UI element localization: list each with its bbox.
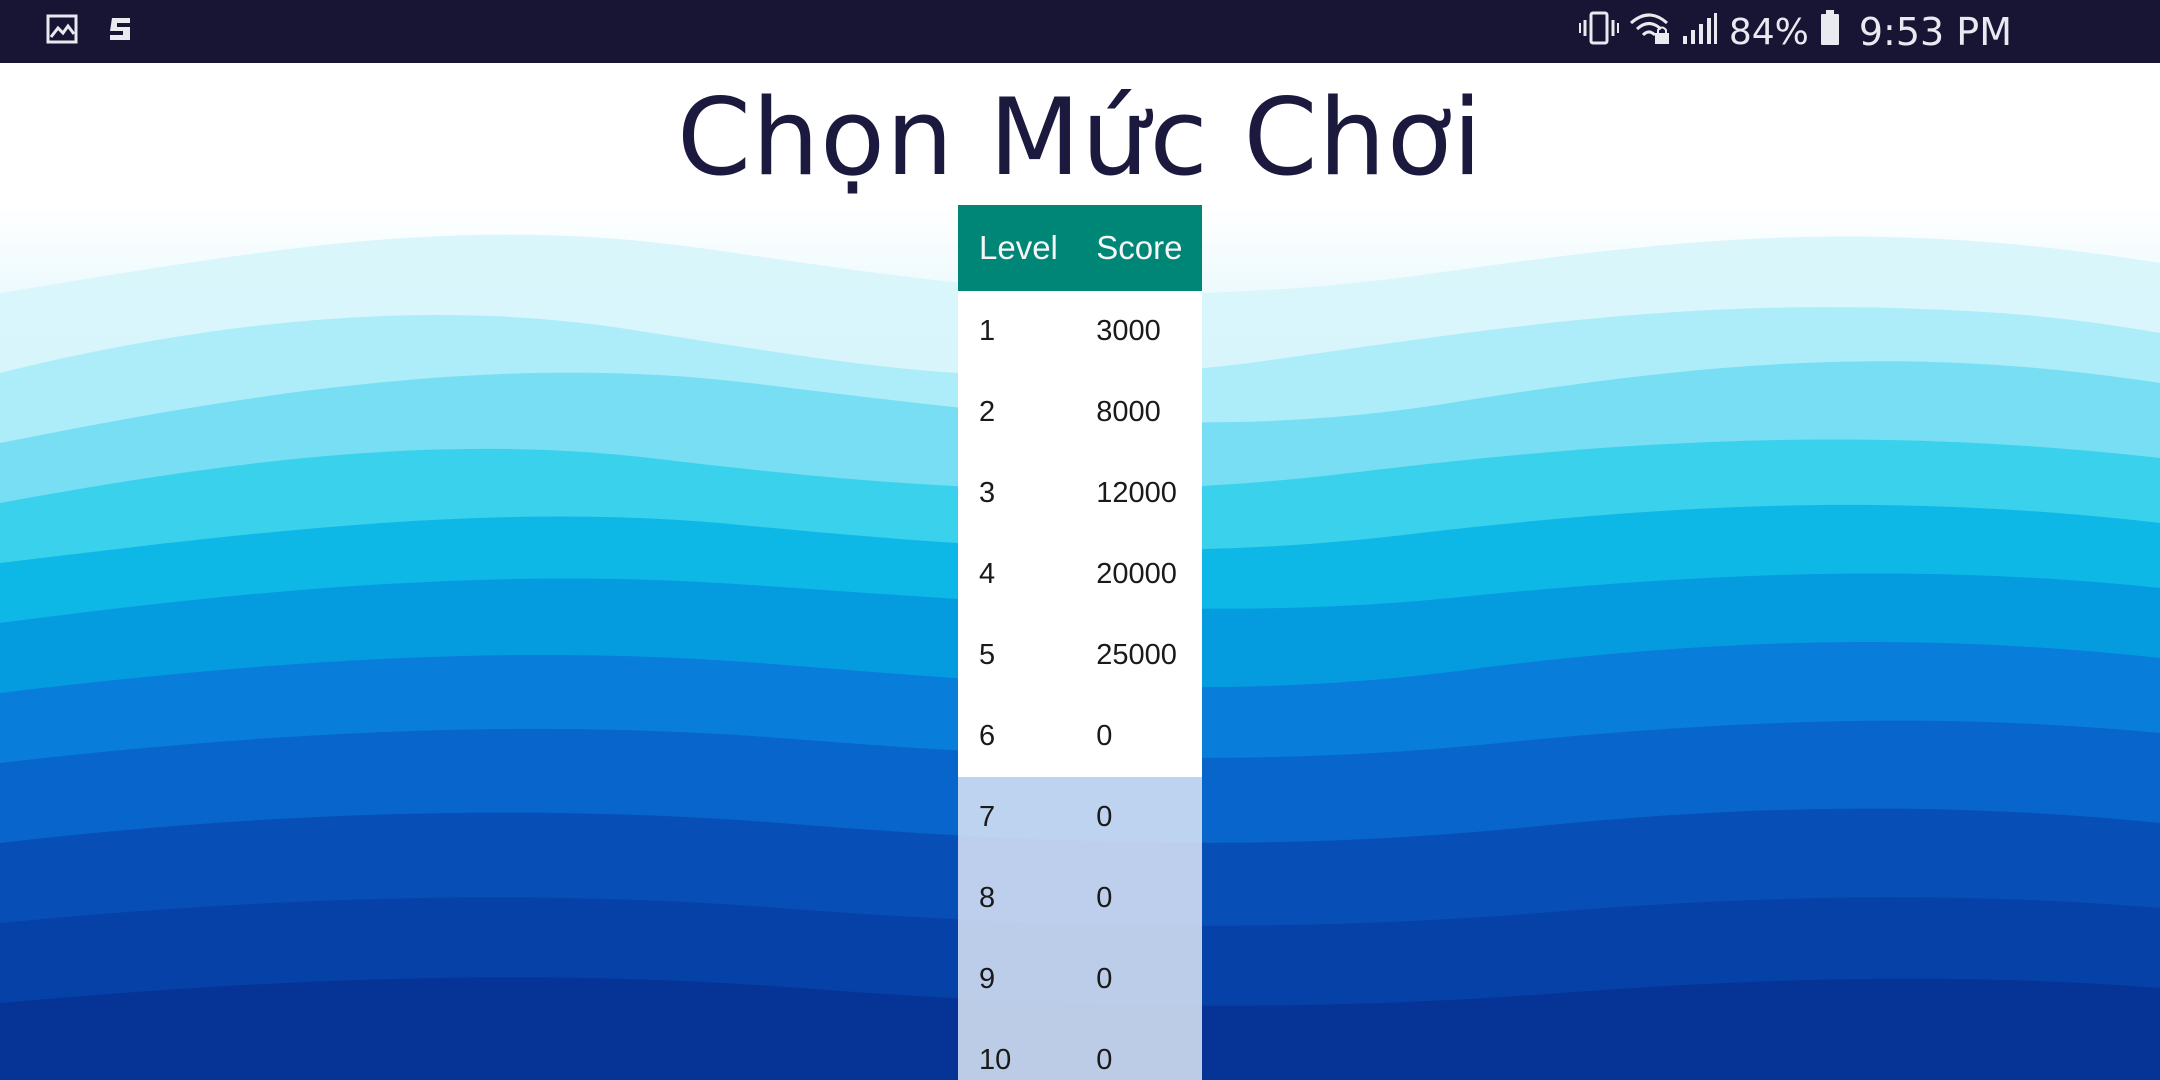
level-score: 8000 xyxy=(1076,372,1202,453)
table-header-row: Level Score xyxy=(958,205,1202,291)
level-row-7[interactable]: 7 0 xyxy=(958,777,1202,858)
level-score: 0 xyxy=(1076,858,1202,939)
level-number: 2 xyxy=(958,372,1077,453)
status-bar: 84% 9:53 PM xyxy=(0,0,2160,63)
level-score: 0 xyxy=(1076,1020,1202,1080)
level-score: 0 xyxy=(1076,939,1202,1020)
level-score: 12000 xyxy=(1076,453,1202,534)
level-number: 6 xyxy=(958,696,1077,777)
level-row-9[interactable]: 9 0 xyxy=(958,939,1202,1020)
level-number: 3 xyxy=(958,453,1077,534)
status-bar-left xyxy=(46,14,132,49)
level-row-8[interactable]: 8 0 xyxy=(958,858,1202,939)
app-notification-icon xyxy=(108,15,132,48)
clock: 9:53 PM xyxy=(1858,10,2012,54)
level-number: 7 xyxy=(958,777,1077,858)
image-icon xyxy=(46,14,78,49)
level-score-table: Level Score 1 3000 2 8000 3 12000 4 2000… xyxy=(958,205,1202,1080)
level-number: 9 xyxy=(958,939,1077,1020)
status-bar-right: 84% 9:53 PM xyxy=(1578,8,2012,56)
game-screen: 84% 9:53 PM Chọn Mức Chơi Level Score 1 … xyxy=(0,0,2160,1080)
level-row-1[interactable]: 1 3000 xyxy=(958,291,1202,372)
page-title: Chọn Mức Chơi xyxy=(676,76,1484,199)
signal-icon xyxy=(1681,12,1717,53)
wifi-lock-icon xyxy=(1629,11,1671,54)
level-score: 0 xyxy=(1076,777,1202,858)
level-row-5[interactable]: 5 25000 xyxy=(958,615,1202,696)
battery-percent: 84% xyxy=(1728,11,1809,53)
battery-icon xyxy=(1819,9,1841,55)
level-row-6[interactable]: 6 0 xyxy=(958,696,1202,777)
level-row-2[interactable]: 2 8000 xyxy=(958,372,1202,453)
level-number: 8 xyxy=(958,858,1077,939)
level-score: 25000 xyxy=(1076,615,1202,696)
level-row-4[interactable]: 4 20000 xyxy=(958,534,1202,615)
level-number: 10 xyxy=(958,1020,1077,1080)
level-number: 4 xyxy=(958,534,1077,615)
level-row-10[interactable]: 10 0 xyxy=(958,1020,1202,1080)
level-score: 20000 xyxy=(1076,534,1202,615)
column-header-level: Level xyxy=(958,205,1077,291)
level-number: 1 xyxy=(958,291,1077,372)
level-number: 5 xyxy=(958,615,1077,696)
column-header-score: Score xyxy=(1076,205,1202,291)
vibrate-icon xyxy=(1578,10,1619,55)
level-score: 3000 xyxy=(1076,291,1202,372)
level-table: Level Score 1 3000 2 8000 3 12000 4 2000… xyxy=(958,205,1202,1080)
level-row-3[interactable]: 3 12000 xyxy=(958,453,1202,534)
level-score: 0 xyxy=(1076,696,1202,777)
